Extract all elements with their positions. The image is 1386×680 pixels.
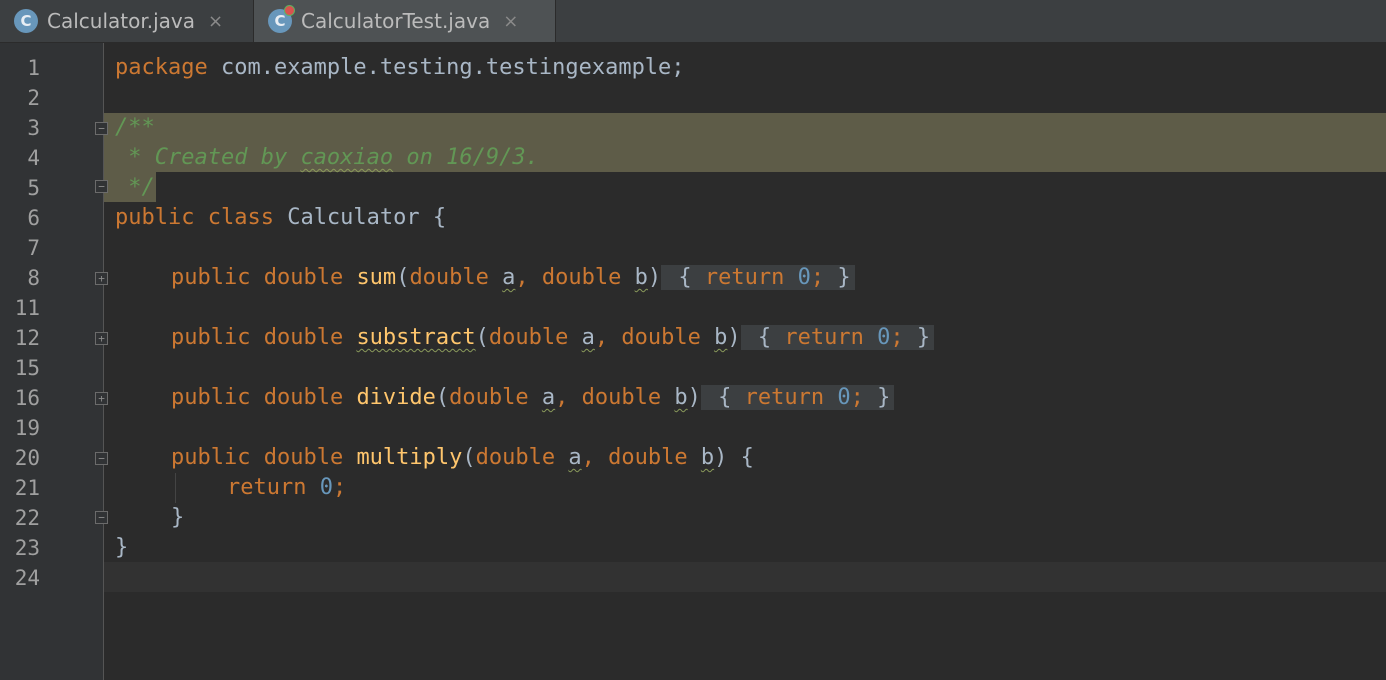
fold-expand-icon[interactable]: + — [95, 332, 108, 345]
method-multiply: public double multiply(double a, double … — [171, 445, 754, 470]
tab-calculatortest-java[interactable]: C CalculatorTest.java × — [254, 0, 556, 42]
line-number: 12 — [14, 326, 40, 350]
line-number: 22 — [14, 506, 40, 530]
fold-expand-icon[interactable]: + — [95, 392, 108, 405]
doc-comment-end: */ — [115, 175, 155, 200]
fold-end-icon[interactable]: − — [95, 180, 108, 193]
close-icon[interactable]: × — [208, 11, 223, 32]
class-close-brace: } — [115, 535, 129, 560]
line-number: 11 — [14, 296, 40, 320]
line-number: 8 — [27, 266, 40, 290]
line-number: 21 — [14, 476, 40, 500]
return-statement: return 0; — [227, 475, 347, 500]
tab-label: Calculator.java — [47, 9, 195, 33]
line-number: 4 — [27, 146, 40, 170]
line-number: 2 — [27, 86, 40, 110]
folded-body[interactable]: { return 0; } — [740, 325, 935, 350]
line-number: 3 — [27, 116, 40, 140]
tab-label: CalculatorTest.java — [301, 9, 491, 33]
java-class-icon: C — [14, 9, 38, 33]
line-number: 7 — [27, 236, 40, 260]
fold-end-icon[interactable]: − — [95, 511, 108, 524]
doc-comment-line: * Created by caoxiao on 16/9/3. — [115, 145, 539, 170]
method-divide: public double divide(double a, double b)… — [171, 383, 895, 413]
doc-comment-start: /** — [115, 115, 155, 140]
fold-expand-icon[interactable]: + — [95, 272, 108, 285]
close-icon[interactable]: × — [503, 11, 518, 32]
line-number: 15 — [14, 356, 40, 380]
line-number: 16 — [14, 386, 40, 410]
folded-body[interactable]: { return 0; } — [661, 265, 855, 290]
tab-calculator-java[interactable]: C Calculator.java × — [0, 0, 254, 42]
code-line: package com.example.testing.testingexamp… — [115, 55, 685, 80]
method-sum: public double sum(double a, double b) { … — [171, 263, 855, 293]
fold-collapse-icon[interactable]: − — [95, 452, 108, 465]
folded-body[interactable]: { return 0; } — [700, 385, 895, 410]
line-number: 1 — [27, 56, 40, 80]
line-number: 6 — [27, 206, 40, 230]
editor-tab-bar: C Calculator.java × C CalculatorTest.jav… — [0, 0, 1386, 43]
test-badge-icon — [284, 5, 295, 16]
method-close-brace: } — [171, 505, 185, 530]
line-number: 23 — [14, 536, 40, 560]
java-test-class-icon: C — [268, 5, 295, 33]
method-substract: public double substract(double a, double… — [171, 323, 935, 353]
line-number: 20 — [14, 446, 40, 470]
line-number: 24 — [14, 566, 40, 590]
fold-collapse-icon[interactable]: − — [95, 122, 108, 135]
line-number: 19 — [14, 416, 40, 440]
class-declaration: public class Calculator { — [115, 205, 447, 230]
line-number: 5 — [27, 176, 40, 200]
